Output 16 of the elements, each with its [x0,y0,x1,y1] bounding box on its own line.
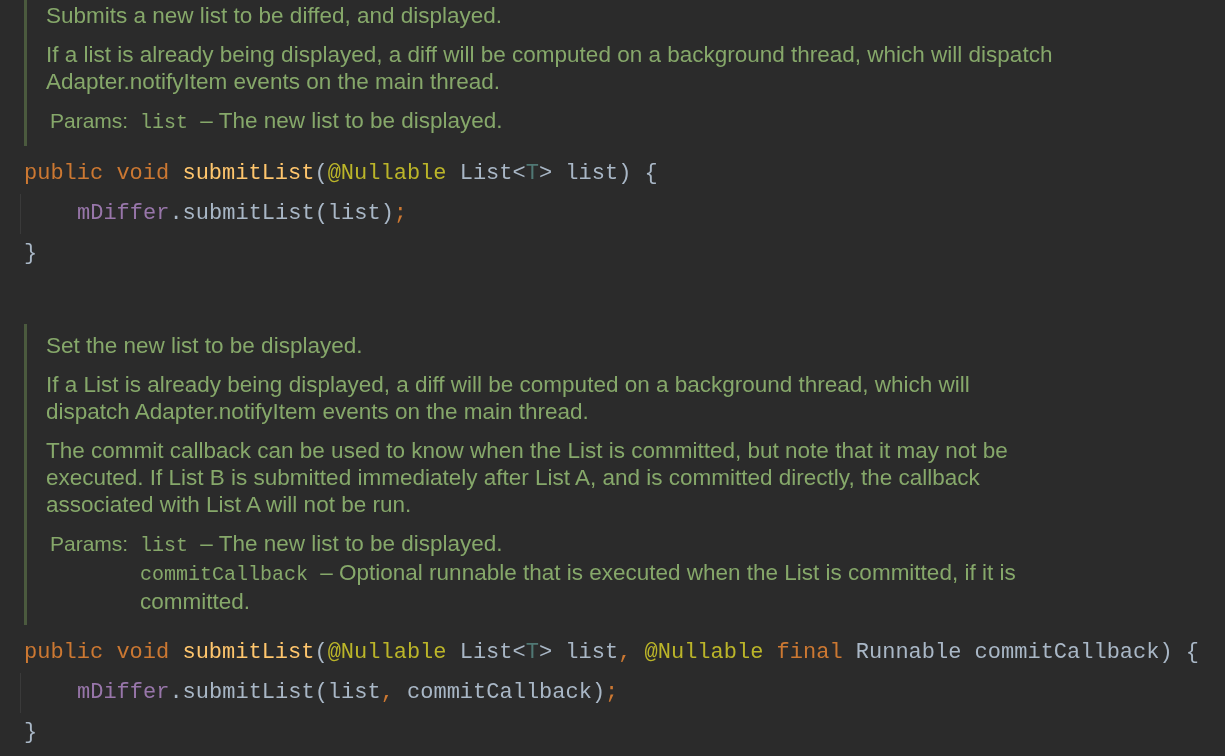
doc-paragraph: If a List is already being displayed, a diff will be computed on a background thread, which will dispatch Adapter.notifyItem events on the main thread. [46,371,971,425]
code-line: mDiffer.submitList(list, commitCallback); [77,680,619,705]
params-label: Params: [50,108,130,134]
param-description: commitCallback – Optional runnable that is executed when the List is committed, if it is committed. [140,559,1016,615]
param-description: list – The new list to be displayed. [140,107,503,136]
code-line: mDiffer.submitList(list); [77,201,408,226]
code-line: } [24,241,38,266]
code-line: public void submitList(@Nullable List<T> list) { [24,161,658,186]
code-line: } [24,720,38,745]
param-description: list – The new list to be displayed. [140,530,503,559]
doc-paragraph: Submits a new list to be diffed, and displayed. [46,2,504,29]
doc-paragraph: Set the new list to be displayed. [46,332,364,359]
doc-paragraph: If a list is already being displayed, a diff will be computed on a background thread, which will dispatch Adapter.notifyItem events on the main thread. [46,41,1054,95]
doc-paragraph: The commit callback can be used to know when the List is committed, but note that it may not be executed. If List B is submitted immediately after List A, and is committed directly, the callback associated with List A will not be run. [46,437,1009,518]
params-label: Params: [50,531,130,557]
code-line: public void submitList(@Nullable List<T> list, @Nullable final Runnable commitCallback) { [24,640,1200,665]
